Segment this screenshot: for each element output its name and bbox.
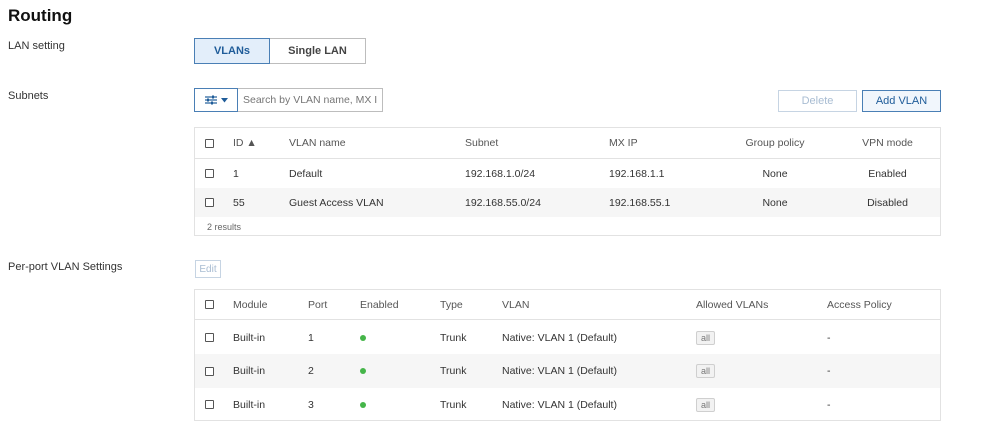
vlan-group-policy: None <box>762 196 788 209</box>
delete-button[interactable]: Delete <box>778 90 857 112</box>
col-group-policy[interactable]: Group policy <box>735 128 815 158</box>
col-vpn-mode[interactable]: VPN mode <box>850 128 925 158</box>
col-port[interactable]: Port <box>308 290 327 319</box>
allowed-vlans-badge: all <box>696 330 716 345</box>
col-subnet[interactable]: Subnet <box>465 128 498 158</box>
port-access-policy: - <box>827 331 831 344</box>
col-allowed-vlans[interactable]: Allowed VLANs <box>696 290 768 319</box>
vlan-search-input[interactable] <box>238 88 383 112</box>
port-type: Trunk <box>440 365 467 377</box>
vlan-id: 55 <box>233 196 245 209</box>
table-row[interactable]: 55 Guest Access VLAN 192.168.55.0/24 192… <box>195 188 940 217</box>
port-type: Trunk <box>440 331 467 344</box>
vlan-mx-ip: 192.168.55.1 <box>609 196 671 209</box>
allowed-vlans-badge: all <box>696 397 716 412</box>
col-id[interactable]: ID ▲ <box>233 128 257 158</box>
vlan-name: Guest Access VLAN <box>289 196 384 209</box>
column-filter-button[interactable] <box>194 88 238 112</box>
col-vlan-name[interactable]: VLAN name <box>289 128 346 158</box>
per-port-label: Per-port VLAN Settings <box>8 261 123 273</box>
subnets-label: Subnets <box>8 90 49 102</box>
port-module: Built-in <box>233 398 266 411</box>
table-row[interactable]: Built-in 3 Trunk Native: VLAN 1 (Default… <box>195 388 940 421</box>
port-type: Trunk <box>440 398 467 411</box>
table-header: Module Port Enabled Type VLAN Allowed VL… <box>195 290 940 320</box>
enabled-status-dot <box>360 334 366 341</box>
row-checkbox[interactable] <box>205 198 214 207</box>
lan-setting-toggle: VLANs Single LAN <box>194 38 366 64</box>
vlan-vpn-mode: Disabled <box>867 196 908 209</box>
enabled-status-dot <box>360 401 366 408</box>
vlan-group-policy: None <box>762 167 788 180</box>
vlan-name: Default <box>289 167 323 180</box>
row-checkbox[interactable] <box>205 400 214 409</box>
allowed-vlans-badge: all <box>696 364 716 378</box>
row-checkbox[interactable] <box>205 333 214 342</box>
port-vlan: Native: VLAN 1 (Default) <box>502 398 617 411</box>
row-checkbox[interactable] <box>205 366 214 376</box>
port-module: Built-in <box>233 331 266 344</box>
per-port-table: Module Port Enabled Type VLAN Allowed VL… <box>194 289 941 421</box>
row-checkbox[interactable] <box>205 169 214 178</box>
port-number: 3 <box>308 398 314 411</box>
vlan-mx-ip: 192.168.1.1 <box>609 167 665 180</box>
sliders-icon <box>204 95 217 105</box>
port-access-policy: - <box>827 365 831 377</box>
vlan-subnet: 192.168.55.0/24 <box>465 196 541 209</box>
vlan-id: 1 <box>233 167 239 180</box>
col-enabled[interactable]: Enabled <box>360 290 399 319</box>
port-vlan: Native: VLAN 1 (Default) <box>502 331 617 344</box>
port-number: 1 <box>308 331 314 344</box>
vlan-subnet: 192.168.1.0/24 <box>465 167 536 180</box>
page-title: Routing <box>8 6 73 25</box>
edit-button[interactable]: Edit <box>195 260 221 278</box>
col-access-policy[interactable]: Access Policy <box>827 290 892 319</box>
port-vlan: Native: VLAN 1 (Default) <box>502 365 617 377</box>
col-module[interactable]: Module <box>233 290 267 319</box>
table-row[interactable]: Built-in 1 Trunk Native: VLAN 1 (Default… <box>195 321 940 354</box>
col-vlan[interactable]: VLAN <box>502 290 529 319</box>
single-lan-option[interactable]: Single LAN <box>270 38 366 64</box>
port-number: 2 <box>308 365 314 377</box>
lan-setting-label: LAN setting <box>8 40 65 52</box>
vlans-option[interactable]: VLANs <box>194 38 270 64</box>
col-type[interactable]: Type <box>440 290 463 319</box>
table-header: ID ▲ VLAN name Subnet MX IP Group policy… <box>195 128 940 159</box>
table-row[interactable]: 1 Default 192.168.1.0/24 192.168.1.1 Non… <box>195 159 940 188</box>
select-all-checkbox[interactable] <box>205 300 214 309</box>
result-count: 2 results <box>207 222 242 232</box>
port-access-policy: - <box>827 398 831 411</box>
port-module: Built-in <box>233 365 266 377</box>
select-all-checkbox[interactable] <box>205 138 214 148</box>
chevron-down-icon <box>220 97 228 102</box>
table-row[interactable]: Built-in 2 Trunk Native: VLAN 1 (Default… <box>195 354 940 388</box>
col-mx-ip[interactable]: MX IP <box>609 128 638 158</box>
add-vlan-button[interactable]: Add VLAN <box>862 90 941 112</box>
subnets-table: ID ▲ VLAN name Subnet MX IP Group policy… <box>194 127 941 236</box>
enabled-status-dot <box>360 368 366 374</box>
vlan-vpn-mode: Enabled <box>868 167 907 180</box>
